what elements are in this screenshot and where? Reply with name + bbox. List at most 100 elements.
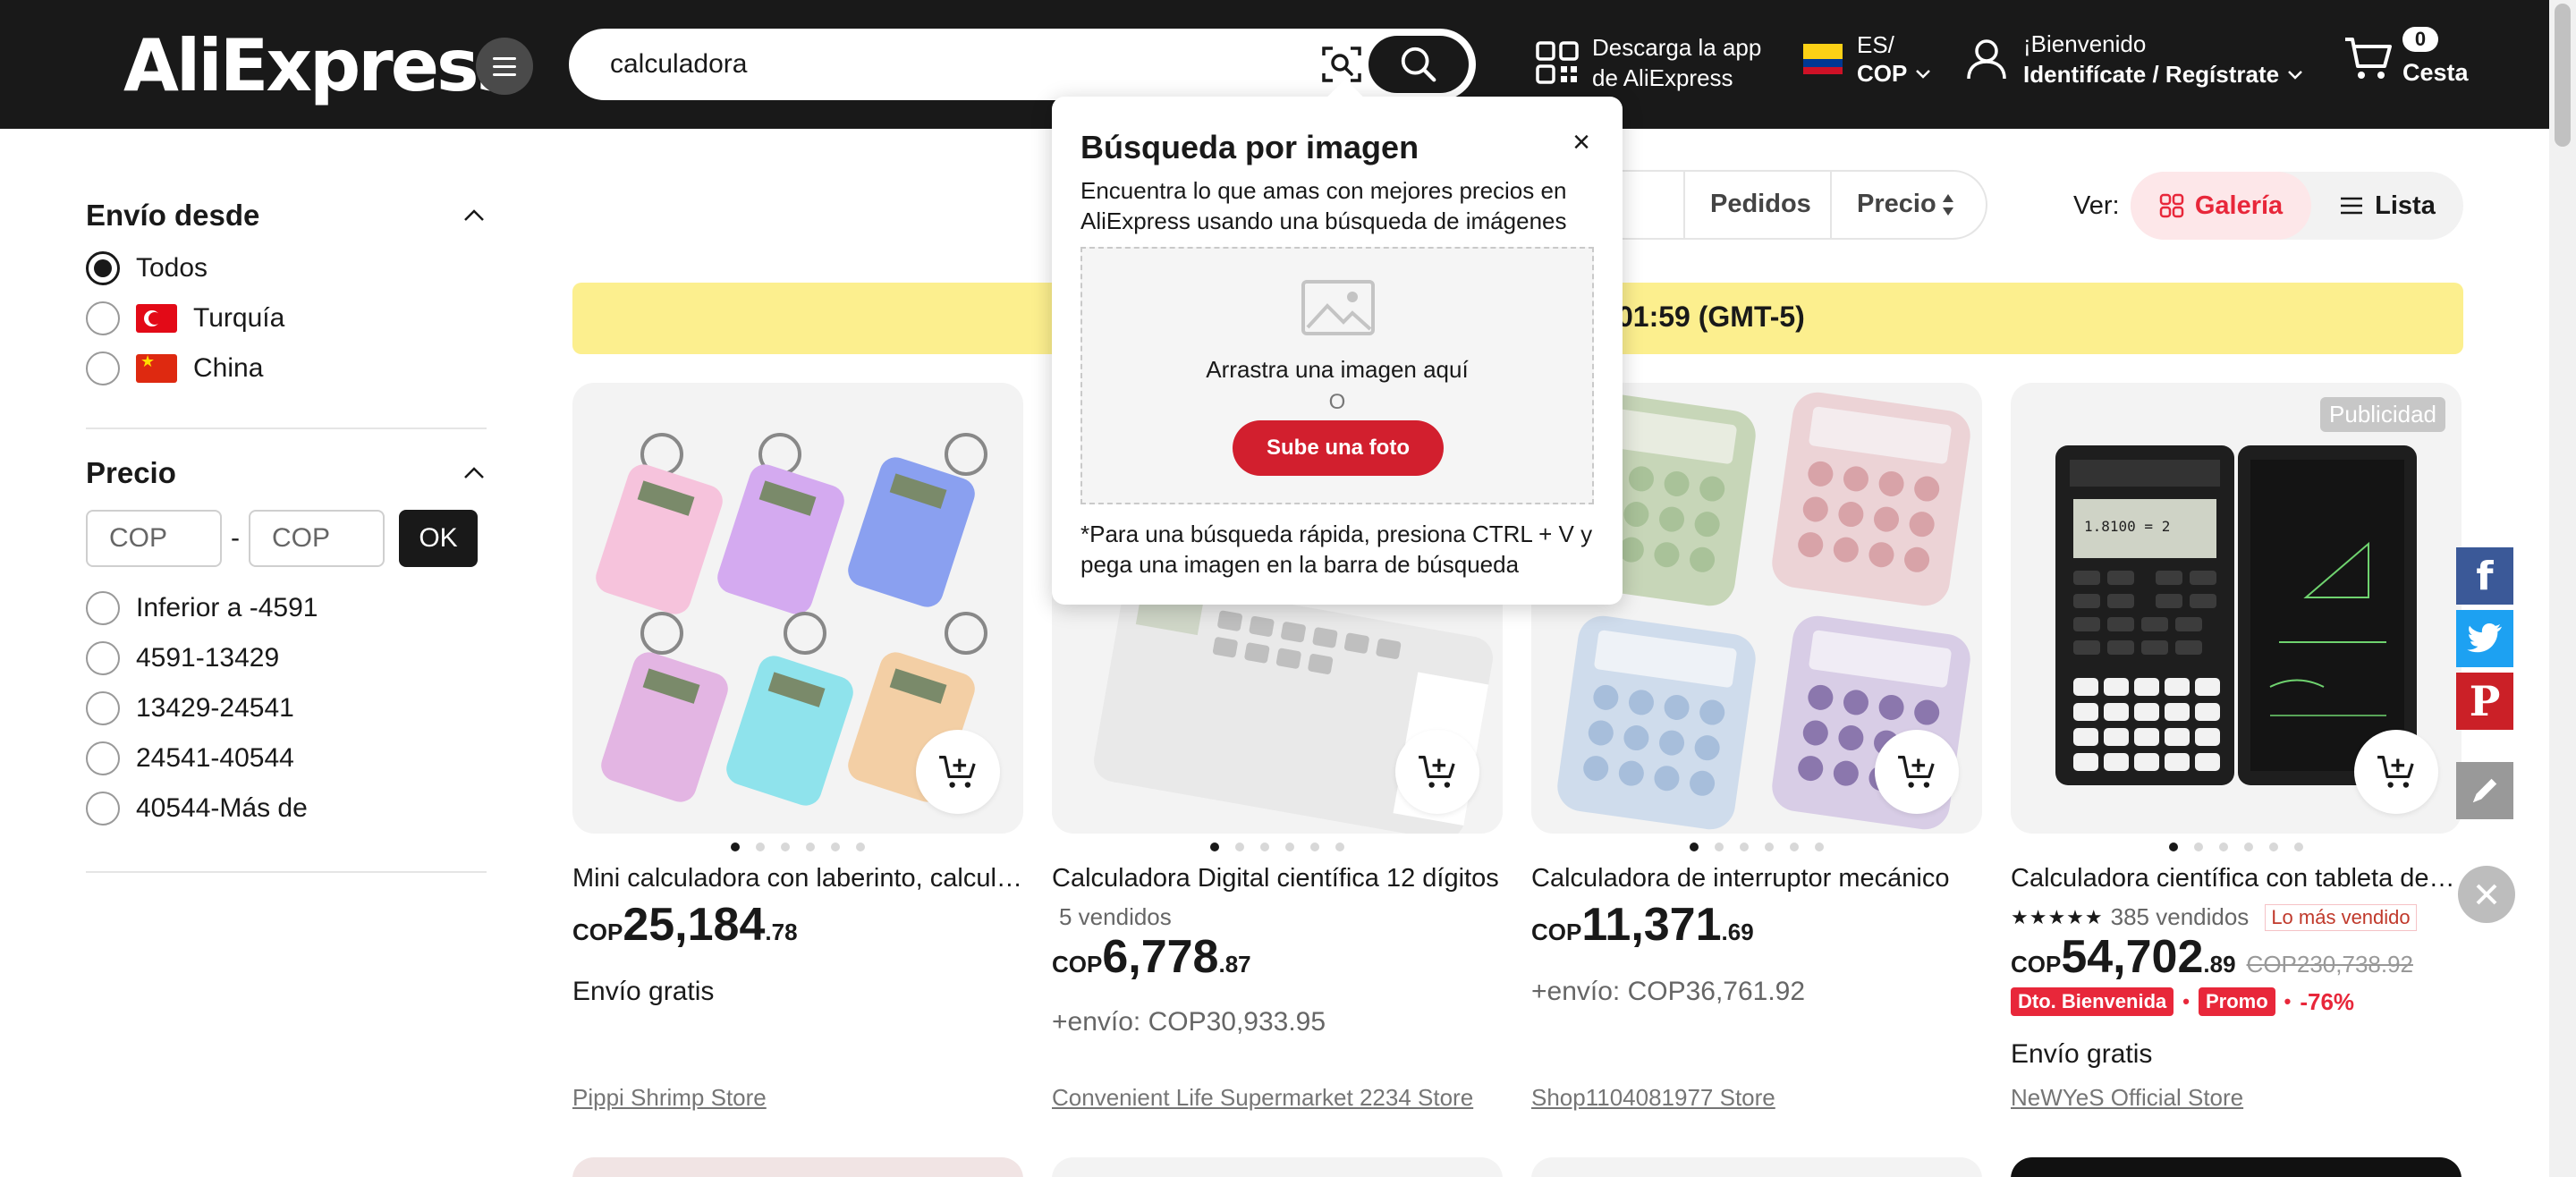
- search-button[interactable]: [1368, 36, 1469, 93]
- price-range-option[interactable]: 4591-13429: [86, 633, 487, 683]
- chevron-up-icon: [464, 209, 484, 221]
- product-price: COP6,778.87: [1052, 931, 1251, 983]
- product-image[interactable]: 1.8100 = 2 Publicidad: [2011, 383, 2462, 834]
- chevron-down-icon: [2288, 71, 2302, 80]
- option-label: Inferior a -4591: [136, 593, 318, 622]
- store-link[interactable]: Shop1104081977 Store: [1531, 1084, 1775, 1112]
- product-card-partial[interactable]: [1531, 1157, 1982, 1177]
- price-filter-header[interactable]: Precio: [86, 456, 487, 490]
- product-title[interactable]: Calculadora científica con tableta de es…: [2011, 864, 2462, 893]
- account-menu[interactable]: ¡Bienvenido Identifícate / Regístrate: [1964, 29, 2304, 89]
- shipping-info: +envío: COP30,933.95: [1052, 1007, 1326, 1037]
- image-carousel-dots: [1531, 843, 1982, 851]
- shipping-option-all[interactable]: Todos: [86, 243, 487, 293]
- store-link[interactable]: Pippi Shrimp Store: [572, 1084, 767, 1112]
- scrollbar-thumb[interactable]: [2555, 4, 2571, 147]
- radio-button[interactable]: [86, 591, 120, 625]
- add-to-cart-button[interactable]: [1395, 730, 1479, 814]
- sort-divider: [1683, 172, 1685, 238]
- best-seller-badge: Lo más vendido: [2265, 903, 2417, 931]
- popup-note: *Para una búsqueda rápida, presiona CTRL…: [1080, 521, 1593, 578]
- search-icon: [1401, 47, 1436, 82]
- product-title[interactable]: Mini calculadora con laberinto, calculad…: [572, 864, 1023, 893]
- view-list-label: Lista: [2375, 191, 2436, 220]
- price-min-input[interactable]: COP: [86, 510, 222, 567]
- drop-zone-text: Arrastra una imagen aquí: [1206, 356, 1469, 383]
- price-range-option[interactable]: 13429-24541: [86, 683, 487, 733]
- radio-button[interactable]: [86, 351, 120, 385]
- image-search-icon[interactable]: [1320, 43, 1363, 86]
- upload-photo-button[interactable]: Sube una foto: [1233, 420, 1444, 476]
- add-to-cart-button[interactable]: [2354, 730, 2438, 814]
- add-to-cart-button[interactable]: [916, 730, 1000, 814]
- app-download[interactable]: Descarga la app de AliExpress: [1535, 32, 1761, 93]
- image-drop-zone[interactable]: Arrastra una imagen aquí O Sube una foto: [1080, 247, 1594, 504]
- twitter-share-button[interactable]: [2456, 610, 2513, 667]
- product-card-partial[interactable]: [2011, 1157, 2462, 1177]
- facebook-icon: f: [2476, 553, 2494, 599]
- user-icon: [1967, 39, 2006, 80]
- twitter-icon: [2467, 623, 2502, 653]
- app-download-line2: de AliExpress: [1592, 64, 1733, 91]
- close-icon[interactable]: ×: [1572, 125, 1590, 160]
- price-max-input[interactable]: COP: [249, 510, 385, 567]
- view-list-button[interactable]: Lista: [2311, 172, 2463, 240]
- welcome-discount-tag: Dto. Bienvenida: [2011, 987, 2174, 1016]
- view-gallery-button[interactable]: Galería: [2131, 172, 2311, 240]
- radio-button[interactable]: [86, 792, 120, 826]
- radio-button[interactable]: [86, 691, 120, 725]
- radio-button[interactable]: [86, 641, 120, 675]
- currency-code: COP: [1857, 60, 1908, 87]
- language-currency-selector[interactable]: ES/ COP: [1803, 30, 1932, 88]
- china-flag-icon: [136, 352, 177, 383]
- image-placeholder-icon: [1301, 280, 1375, 335]
- shipping-option-china[interactable]: China: [86, 343, 487, 394]
- ad-badge: Publicidad: [2320, 397, 2445, 432]
- add-to-cart-button[interactable]: [1875, 730, 1959, 814]
- store-link[interactable]: Convenient Life Supermarket 2234 Store: [1052, 1084, 1473, 1112]
- product-title[interactable]: Calculadora de interruptor mecánico: [1531, 864, 1982, 893]
- sort-price-tab[interactable]: Precio: [1857, 190, 1954, 219]
- product-card-partial[interactable]: [1052, 1157, 1503, 1177]
- product-image[interactable]: [572, 383, 1023, 834]
- sort-orders-tab[interactable]: Pedidos: [1710, 190, 1811, 219]
- radio-button[interactable]: [86, 251, 120, 285]
- store-link[interactable]: NeWYeS Official Store: [2011, 1084, 2243, 1112]
- cart-label: Cesta: [2402, 59, 2469, 86]
- price-range-option[interactable]: Inferior a -4591: [86, 583, 487, 633]
- shipping-filter-header[interactable]: Envío desde: [86, 199, 487, 233]
- shipping-info: Envío gratis: [2011, 1039, 2153, 1069]
- pinterest-share-button[interactable]: P: [2456, 673, 2513, 730]
- add-to-cart-icon: [1419, 756, 1455, 788]
- aliexpress-logo[interactable]: AliExpress: [123, 24, 519, 107]
- add-to-cart-icon: [2377, 756, 2414, 788]
- menu-button[interactable]: [476, 38, 533, 95]
- cart-button[interactable]: 0 Cesta: [2343, 27, 2478, 98]
- product-price: COP25,184.78: [572, 899, 798, 951]
- pinterest-icon: P: [2469, 677, 2501, 725]
- product-title[interactable]: Calculadora Digital científica 12 dígito…: [1052, 864, 1503, 893]
- page-scrollbar[interactable]: [2549, 0, 2576, 1177]
- price-separator: -: [231, 523, 240, 553]
- search-input[interactable]: [610, 43, 1290, 86]
- edit-feedback-button[interactable]: [2456, 762, 2513, 819]
- shipping-option-turkey[interactable]: Turquía: [86, 293, 487, 343]
- close-floating-button[interactable]: [2458, 866, 2515, 923]
- view-label: Ver:: [2073, 191, 2120, 220]
- product-card-partial[interactable]: [572, 1157, 1023, 1177]
- cart-icon: [2345, 38, 2392, 79]
- radio-button[interactable]: [86, 741, 120, 775]
- product-price: COP11,371.69: [1531, 899, 1754, 951]
- radio-button[interactable]: [86, 301, 120, 335]
- sold-count: 385 vendidos: [2110, 903, 2250, 930]
- price-ok-button[interactable]: OK: [399, 510, 478, 567]
- signin-register-link[interactable]: Identifícate / Regístrate: [2023, 59, 2279, 89]
- promo-tags: Dto. Bienvenida • Promo • -76%: [2011, 987, 2354, 1016]
- sort-price-label: Precio: [1857, 190, 1936, 218]
- rating-stars: ★★★★★: [2011, 905, 2104, 928]
- facebook-share-button[interactable]: f: [2456, 547, 2513, 605]
- price-range-option[interactable]: 24541-40544: [86, 733, 487, 783]
- option-label: China: [193, 353, 264, 383]
- price-range-option[interactable]: 40544-Más de: [86, 783, 487, 834]
- or-separator: O: [1328, 390, 1346, 414]
